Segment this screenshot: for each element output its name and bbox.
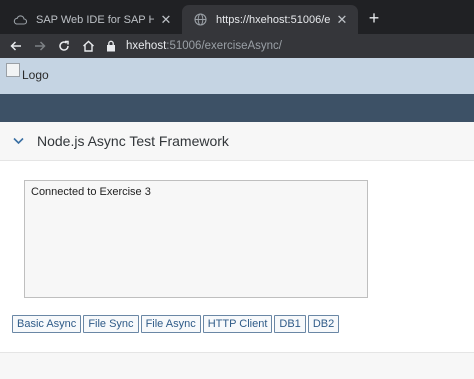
broken-image-icon	[6, 63, 20, 77]
close-tab-icon[interactable]: ✕	[158, 12, 174, 28]
home-icon[interactable]	[78, 36, 98, 56]
url-path: :51006/exerciseAsync/	[166, 40, 282, 52]
tab-title: https://hxehost:51006/exerciseAsync/	[216, 13, 330, 26]
file-async-button[interactable]: File Async	[140, 315, 201, 333]
app-header: Logo	[0, 58, 474, 94]
cloud-icon	[12, 12, 28, 28]
globe-icon	[192, 12, 208, 28]
chevron-down-icon[interactable]	[12, 135, 24, 147]
basic-async-button[interactable]: Basic Async	[12, 315, 82, 333]
browser-tab-sap-web-ide[interactable]: SAP Web IDE for SAP HANA ✕	[0, 5, 182, 34]
browser-tab-strip: SAP Web IDE for SAP HANA ✕ https://hxeho…	[0, 0, 474, 34]
logo: Logo	[6, 63, 49, 86]
tab-title: SAP Web IDE for SAP HANA	[36, 13, 154, 26]
output-textarea[interactable]: Connected to Exercise 3	[24, 180, 368, 298]
forward-icon[interactable]	[30, 36, 50, 56]
http-client-button[interactable]: HTTP Client	[202, 315, 273, 333]
browser-toolbar: hxehost:51006/exerciseAsync/	[0, 34, 474, 58]
close-tab-icon[interactable]: ✕	[334, 12, 350, 28]
browser-tab-exercise-async[interactable]: https://hxehost:51006/exerciseAsync/ ✕	[182, 5, 358, 34]
action-button-row: Basic Async File Sync File Async HTTP Cl…	[12, 315, 340, 333]
address-bar[interactable]: hxehost:51006/exerciseAsync/	[104, 35, 474, 57]
db1-button[interactable]: DB1	[274, 315, 306, 333]
back-icon[interactable]	[6, 36, 26, 56]
app-toolbar	[0, 94, 474, 122]
reload-icon[interactable]	[54, 36, 74, 56]
file-sync-button[interactable]: File Sync	[83, 315, 139, 333]
new-tab-button[interactable]: +	[364, 8, 384, 28]
lock-icon[interactable]	[104, 39, 118, 53]
db2-button[interactable]: DB2	[307, 315, 340, 333]
logo-alt-text: Logo	[22, 68, 49, 82]
url-host: hxehost	[126, 40, 167, 52]
panel-title: Node.js Async Test Framework	[37, 133, 229, 149]
panel-header[interactable]: Node.js Async Test Framework	[0, 122, 474, 160]
